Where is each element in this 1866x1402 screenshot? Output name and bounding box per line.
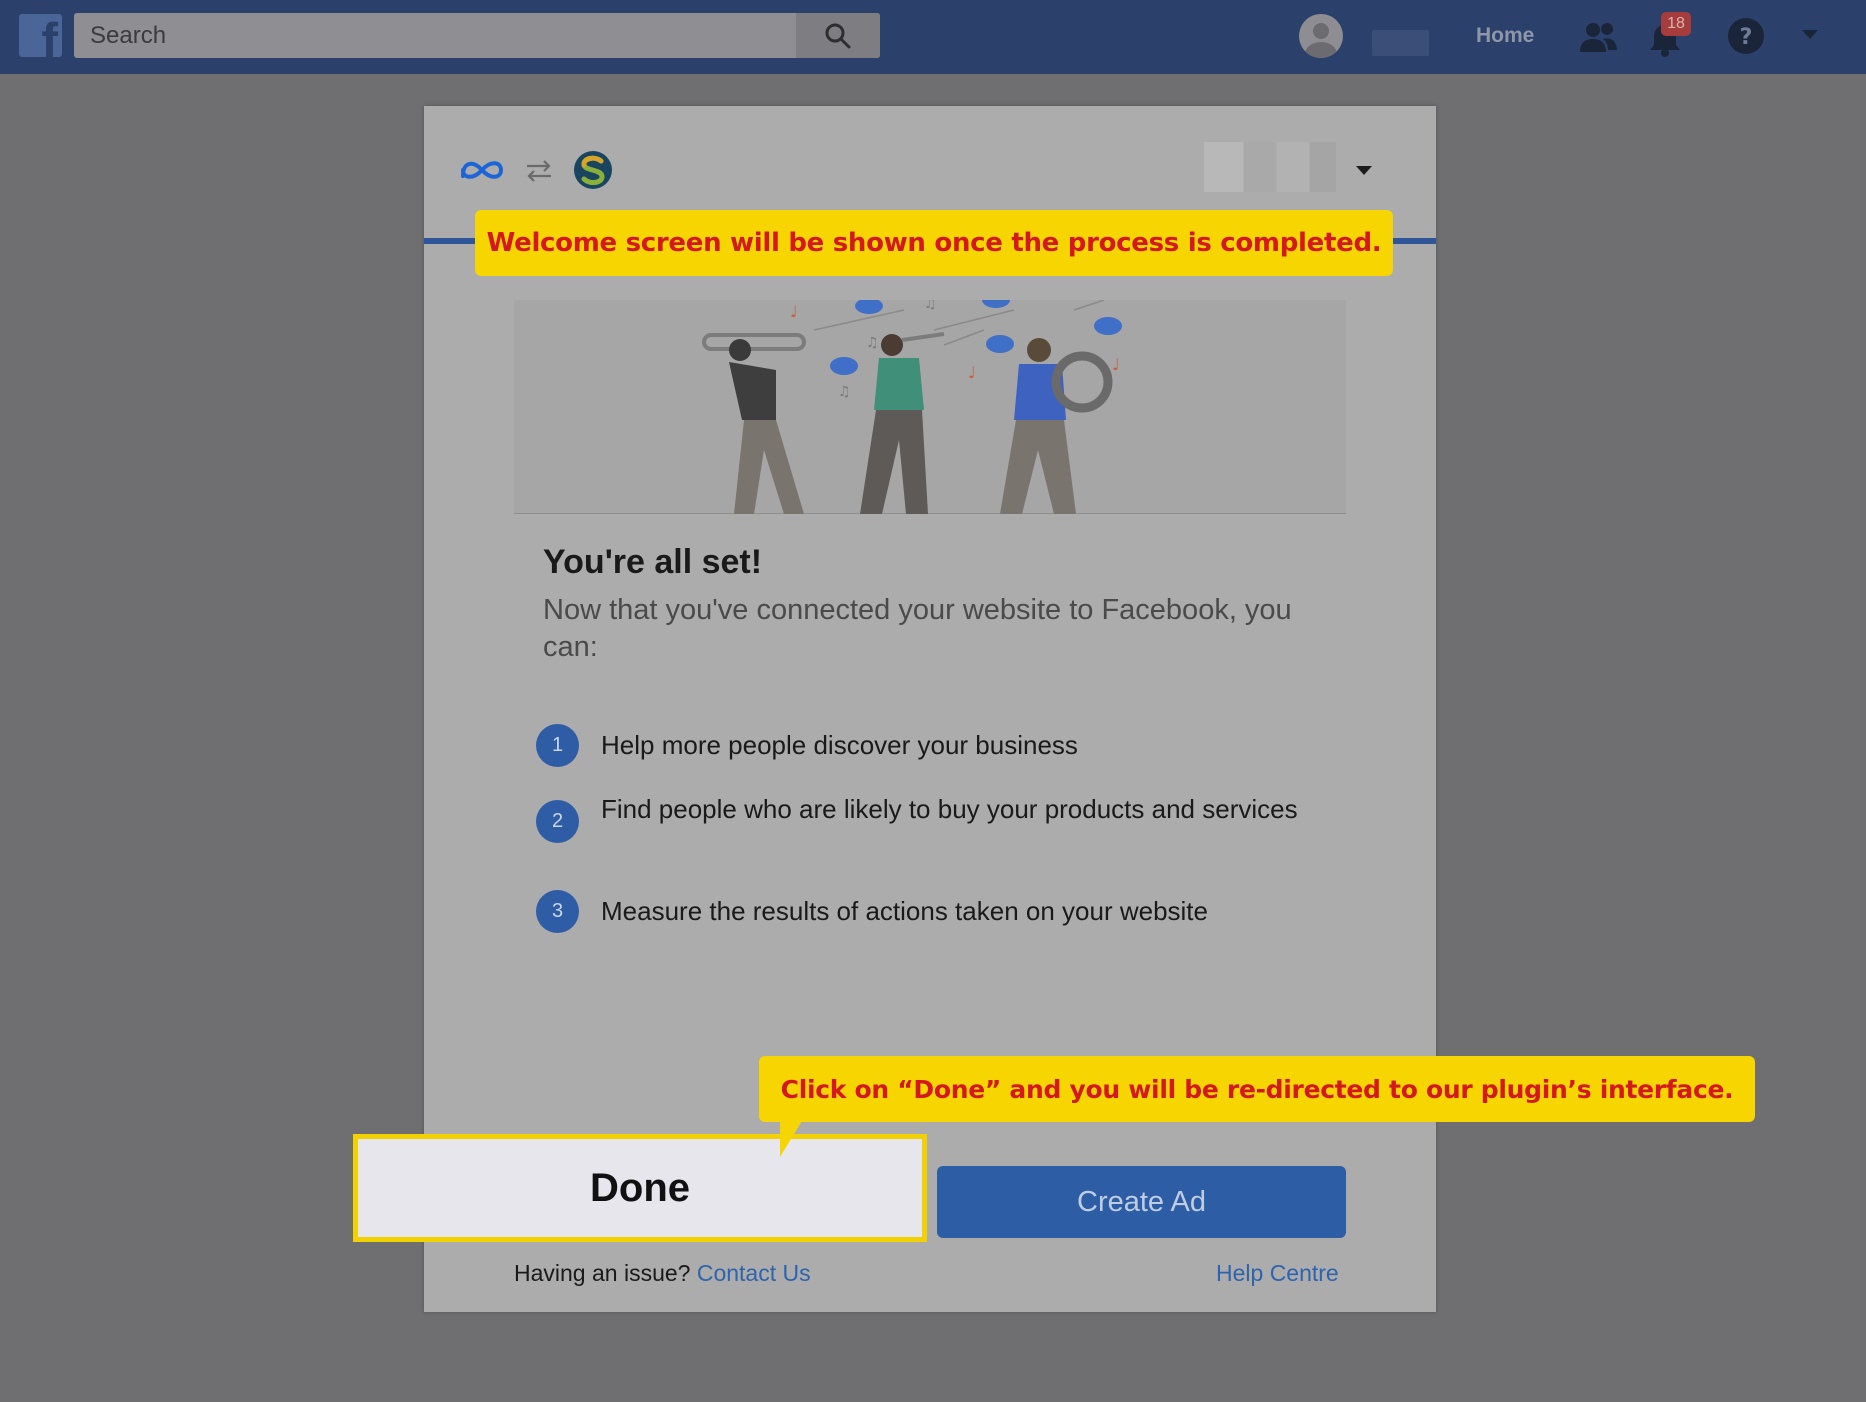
- notification-badge: 18: [1661, 12, 1691, 36]
- account-selector-blurred[interactable]: [1204, 142, 1336, 192]
- step-text-2: Find people who are likely to buy your p…: [601, 794, 1298, 824]
- svg-text:♫: ♫: [866, 335, 879, 351]
- issue-footer: Having an issue? Contact Us: [514, 1260, 811, 1287]
- callout-pointer: [780, 1121, 802, 1157]
- svg-text:♫: ♫: [924, 300, 937, 312]
- svg-text:♫: ♫: [838, 384, 851, 400]
- caret-down-icon[interactable]: [1801, 29, 1819, 41]
- top-navigation-bar: f Search Home 18 ?: [0, 0, 1866, 74]
- done-hint-callout: Click on “Done” and you will be re-direc…: [759, 1056, 1755, 1122]
- issue-text: Having an issue?: [514, 1260, 691, 1286]
- plugin-logo-icon: [574, 151, 612, 189]
- step-number-3: 3: [536, 890, 579, 933]
- search-icon: [825, 23, 851, 49]
- nav-home-link[interactable]: Home: [1476, 24, 1534, 48]
- done-button[interactable]: Done: [353, 1134, 927, 1242]
- avatar[interactable]: [1299, 14, 1343, 58]
- page-title: You're all set!: [543, 543, 763, 581]
- profile-name-blurred[interactable]: [1372, 30, 1429, 56]
- musicians-illustration: ♩ ♫ ♫ ♩ ♩ ♫: [514, 292, 1346, 514]
- step-number-2: 2: [536, 800, 579, 843]
- step-number-1: 1: [536, 724, 579, 767]
- meta-logo-icon: [461, 161, 504, 179]
- setup-complete-dialog: [424, 106, 1436, 1312]
- step-text-3: Measure the results of actions taken on …: [601, 896, 1208, 926]
- facebook-logo-icon[interactable]: f: [19, 14, 62, 57]
- svg-text:♩: ♩: [968, 363, 976, 382]
- account-caret-down-icon[interactable]: [1356, 166, 1372, 175]
- svg-text:?: ?: [1740, 25, 1753, 50]
- search-button[interactable]: [796, 13, 880, 58]
- welcome-callout: Welcome screen will be shown once the pr…: [475, 210, 1393, 276]
- svg-text:♩: ♩: [1112, 355, 1120, 374]
- page-subtitle: Now that you've connected your website t…: [543, 594, 1292, 663]
- musicians-illustration-art: ♩ ♫ ♫ ♩ ♩ ♫: [702, 292, 1122, 514]
- friends-icon[interactable]: [1579, 20, 1619, 54]
- contact-us-link[interactable]: Contact Us: [697, 1260, 811, 1286]
- create-ad-button[interactable]: Create Ad: [937, 1166, 1346, 1238]
- avatar-icon: [1305, 23, 1337, 58]
- sync-arrows-icon: [527, 160, 551, 182]
- help-icon[interactable]: ?: [1727, 17, 1765, 55]
- svg-text:♩: ♩: [790, 302, 798, 321]
- step-text-1: Help more people discover your business: [601, 730, 1078, 760]
- help-centre-link[interactable]: Help Centre: [1216, 1260, 1339, 1287]
- search-input[interactable]: Search: [74, 13, 880, 58]
